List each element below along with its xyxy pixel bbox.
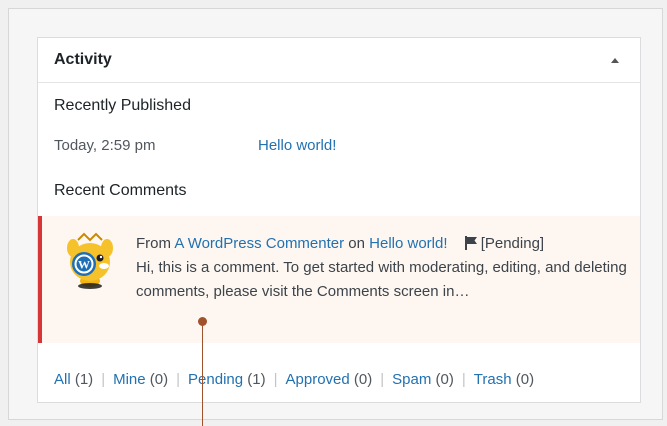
filter-pending-link[interactable]: Pending (1) [188,371,266,388]
published-item: Today, 2:59 pm Hello world! [38,137,640,154]
filter-trash-link[interactable]: Trash (0) [474,371,534,388]
comment-post-link[interactable]: Hello world! [369,235,447,252]
widget-title: Activity [54,51,112,68]
separator: | [380,371,385,388]
flag-icon [464,236,477,250]
annotation-pointer-line [202,322,203,426]
wapuu-avatar-icon: W [67,232,113,289]
filter-all-link[interactable]: All (1) [54,371,93,388]
published-post-link[interactable]: Hello world! [258,137,336,154]
on-word: on [348,235,365,252]
recent-comments-heading: Recent Comments [54,182,187,199]
comment-status: [Pending] [480,235,545,252]
filter-mine-link[interactable]: Mine (0) [113,371,168,388]
comment-body: From A WordPress Commenter on Hello worl… [136,232,636,304]
annotation-pointer-dot [198,317,207,326]
activity-widget: Activity Recently Published Today, 2:59 … [37,37,641,403]
filter-approved-link[interactable]: Approved (0) [286,371,373,388]
recently-published-heading: Recently Published [54,97,191,114]
comment-excerpt: Hi, this is a comment. To get started wi… [136,259,627,300]
comment-filter-links: All (1) | Mine (0) | Pending (1) | Appro… [54,371,534,388]
separator: | [273,371,278,388]
pending-comment: W From A WordPress Commenter on Hello wo… [38,216,640,343]
comment-author-link[interactable]: A WordPress Commenter [174,235,344,252]
from-prefix: From [136,235,171,252]
comment-meta: From A WordPress Commenter on Hello worl… [136,232,636,256]
published-date: Today, 2:59 pm [54,137,156,154]
separator: | [176,371,181,388]
triangle-up-icon [611,57,619,63]
collapse-toggle-button[interactable] [606,51,624,69]
separator: | [461,371,466,388]
separator: | [101,371,106,388]
widget-header: Activity [38,38,640,83]
filter-spam-link[interactable]: Spam (0) [392,371,454,388]
svg-text:W: W [78,258,90,272]
